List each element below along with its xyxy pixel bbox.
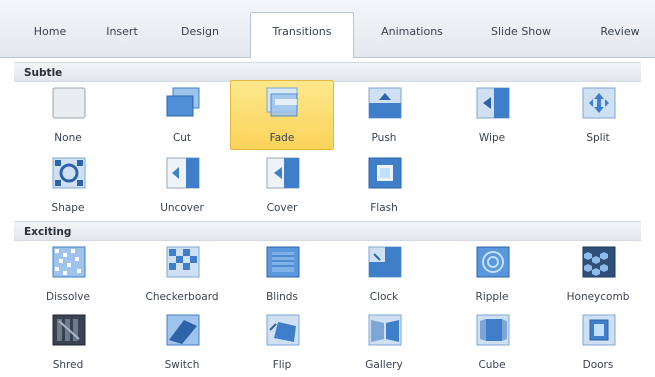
flash-transition-icon bbox=[368, 157, 402, 189]
transition-fade[interactable]: Fade bbox=[230, 80, 334, 150]
transition-label: Blinds bbox=[266, 291, 298, 303]
tab-home[interactable]: Home bbox=[14, 14, 86, 50]
transition-label: Doors bbox=[582, 359, 614, 371]
transition-ripple[interactable]: Ripple bbox=[440, 239, 544, 309]
transition-label: Shape bbox=[51, 202, 85, 214]
clock-transition-icon bbox=[368, 246, 402, 278]
transition-label: Fade bbox=[269, 132, 295, 144]
dissolve-transition-icon bbox=[52, 246, 86, 278]
transition-label: Push bbox=[371, 132, 397, 144]
transition-uncover[interactable]: Uncover bbox=[130, 150, 234, 220]
transition-label: Uncover bbox=[160, 202, 204, 214]
transition-honeycomb[interactable]: Honeycomb bbox=[546, 239, 650, 309]
transition-push[interactable]: Push bbox=[332, 80, 436, 150]
wipe-transition-icon bbox=[476, 87, 510, 119]
transition-label: Shred bbox=[52, 359, 84, 371]
honeycomb-transition-icon bbox=[582, 246, 616, 278]
transition-label: Split bbox=[586, 132, 610, 144]
transition-cut[interactable]: Cut bbox=[130, 80, 234, 150]
transition-blinds[interactable]: Blinds bbox=[230, 239, 334, 309]
transition-cube[interactable]: Cube bbox=[440, 307, 544, 377]
transition-label: Cube bbox=[478, 359, 506, 371]
transition-label: Clock bbox=[369, 291, 399, 303]
transition-clock[interactable]: Clock bbox=[332, 239, 436, 309]
uncover-transition-icon bbox=[166, 157, 200, 189]
ribbon-tab-bar: Home Insert Design Transitions Animation… bbox=[0, 0, 655, 59]
tab-animations[interactable]: Animations bbox=[362, 14, 462, 50]
transition-dissolve[interactable]: Dissolve bbox=[16, 239, 120, 309]
shape-transition-icon bbox=[52, 157, 86, 189]
transition-checkerboard[interactable]: Checkerboard bbox=[130, 239, 234, 309]
cover-transition-icon bbox=[266, 157, 300, 189]
transition-shape[interactable]: Shape bbox=[16, 150, 120, 220]
switch-transition-icon bbox=[166, 314, 200, 346]
cut-transition-icon bbox=[166, 87, 200, 117]
transition-switch[interactable]: Switch bbox=[130, 307, 234, 377]
transition-gallery[interactable]: Gallery bbox=[332, 307, 436, 377]
transition-doors[interactable]: Doors bbox=[546, 307, 650, 377]
tab-review[interactable]: Review bbox=[585, 14, 655, 50]
split-transition-icon bbox=[582, 87, 616, 119]
transition-shred[interactable]: Shred bbox=[16, 307, 120, 377]
transition-label: Ripple bbox=[475, 291, 509, 303]
transition-label: Cover bbox=[266, 202, 298, 214]
push-transition-icon bbox=[368, 87, 402, 119]
tab-transitions[interactable]: Transitions bbox=[250, 12, 354, 59]
transition-label: Flash bbox=[370, 202, 398, 214]
transition-label: None bbox=[54, 132, 82, 144]
transition-label: Cut bbox=[172, 132, 192, 144]
transition-label: Checkerboard bbox=[145, 291, 219, 303]
transition-cover[interactable]: Cover bbox=[230, 150, 334, 220]
transition-flash[interactable]: Flash bbox=[332, 150, 436, 220]
section-header-subtle: Subtle bbox=[14, 62, 641, 82]
flip-transition-icon bbox=[266, 314, 300, 346]
transition-label: Honeycomb bbox=[566, 291, 630, 303]
none-transition-icon bbox=[52, 87, 86, 119]
transition-none[interactable]: None bbox=[16, 80, 120, 150]
blinds-transition-icon bbox=[266, 246, 300, 278]
transition-label: Dissolve bbox=[46, 291, 90, 303]
transition-label: Gallery bbox=[365, 359, 403, 371]
cube-transition-icon bbox=[476, 314, 510, 346]
shred-transition-icon bbox=[52, 314, 86, 346]
section-header-exciting: Exciting bbox=[14, 221, 641, 241]
tab-design[interactable]: Design bbox=[160, 14, 240, 50]
doors-transition-icon bbox=[582, 314, 616, 346]
transition-label: Flip bbox=[272, 359, 292, 371]
transition-wipe[interactable]: Wipe bbox=[440, 80, 544, 150]
fade-transition-icon bbox=[266, 87, 298, 117]
tab-insert[interactable]: Insert bbox=[90, 14, 154, 50]
checkerboard-transition-icon bbox=[166, 246, 200, 278]
transition-gallery: Subtle None Cut Fade Push Wipe Split Shape Unco… bbox=[0, 58, 655, 375]
transition-flip[interactable]: Flip bbox=[230, 307, 334, 377]
gallery-transition-icon bbox=[368, 314, 402, 346]
transition-label: Switch bbox=[164, 359, 200, 371]
transition-split[interactable]: Split bbox=[546, 80, 650, 150]
transition-label: Wipe bbox=[478, 132, 506, 144]
ripple-transition-icon bbox=[476, 246, 510, 278]
tab-slide-show[interactable]: Slide Show bbox=[475, 14, 567, 50]
